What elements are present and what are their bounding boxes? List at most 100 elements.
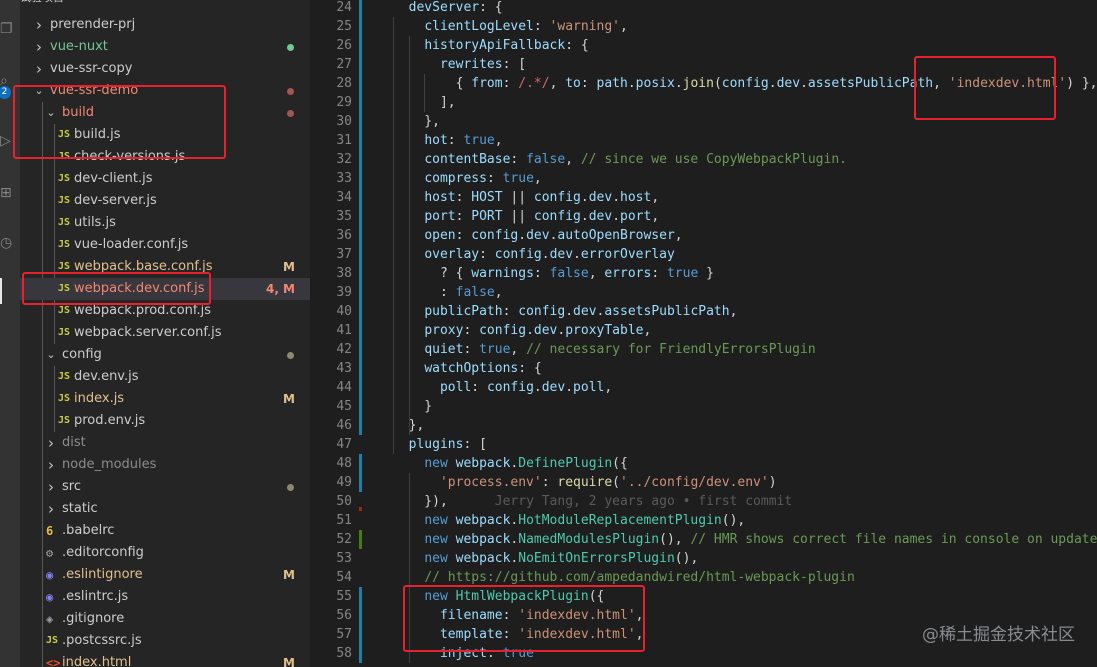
- file-item[interactable]: JS webpack.server.conf.js: [20, 322, 310, 344]
- code-line[interactable]: 53 new webpack.NoEmitOnErrorsPlugin(),: [310, 549, 1097, 568]
- code-token: new: [424, 513, 456, 528]
- code-editor[interactable]: 24 devServer: {25 clientLogLevel: 'warni…: [310, 0, 1097, 667]
- folder-item[interactable]: › node_modules: [20, 454, 310, 476]
- git-gutter-modified: [359, 644, 362, 663]
- code-line[interactable]: 49 'process.env': require('../config/dev…: [310, 473, 1097, 492]
- code-text: contentBase: false, // since we use Copy…: [393, 150, 847, 169]
- code-line[interactable]: 36 open: config.dev.autoOpenBrowser,: [310, 226, 1097, 245]
- file-item[interactable]: JS utils.js: [20, 212, 310, 234]
- code-line[interactable]: 34 host: HOST || config.dev.host,: [310, 188, 1097, 207]
- code-line[interactable]: 37 overlay: config.dev.errorOverlay: [310, 245, 1097, 264]
- file-item[interactable]: JS index.js M: [20, 388, 310, 410]
- file-item[interactable]: ◈ .gitignore: [20, 608, 310, 630]
- code-token: ,: [635, 627, 644, 642]
- code-line[interactable]: 48 new webpack.DefinePlugin({: [310, 454, 1097, 473]
- code-token: config: [471, 228, 519, 243]
- git-gutter-modified: [359, 150, 362, 169]
- code-line[interactable]: 52 new webpack.NamedModulesPlugin(), // …: [310, 530, 1097, 549]
- chevron-right-icon[interactable]: ›: [32, 14, 46, 36]
- code-token: ,: [494, 133, 503, 148]
- remote-icon[interactable]: ◷: [0, 232, 20, 254]
- code-line[interactable]: 28 { from: /.*/, to: path.posix.join(con…: [310, 74, 1097, 93]
- folder-item[interactable]: › src: [20, 476, 310, 498]
- code-token: : [: [502, 57, 527, 72]
- modified-dot: [287, 484, 294, 491]
- file-item[interactable]: ◉ .eslintignore M: [20, 564, 310, 586]
- code-line[interactable]: 33 compress: true,: [310, 169, 1097, 188]
- folder-item[interactable]: ⌄ config: [20, 344, 310, 366]
- code-line[interactable]: 30 },: [310, 112, 1097, 131]
- folder-item[interactable]: › static: [20, 498, 310, 520]
- folder-item[interactable]: ⌄ vue-ssr-demo: [20, 80, 310, 102]
- file-item[interactable]: JS .postcssrc.js: [20, 630, 310, 652]
- code-line[interactable]: 58 inject: true: [310, 644, 1097, 663]
- chevron-right-icon[interactable]: ›: [44, 476, 58, 498]
- code-line[interactable]: 41 proxy: config.dev.proxyTable,: [310, 321, 1097, 340]
- code-line[interactable]: 54 // https://github.com/ampedandwired/h…: [310, 568, 1097, 587]
- folder-item[interactable]: › vue-nuxt: [20, 36, 310, 58]
- file-item[interactable]: ⚙ .editorconfig: [20, 542, 310, 564]
- file-item[interactable]: JS vue-loader.conf.js: [20, 234, 310, 256]
- code-line[interactable]: 43 watchOptions: {: [310, 359, 1097, 378]
- file-item[interactable]: <> index.html M: [20, 652, 310, 667]
- explorer-section-title[interactable]: 试验项目: [20, 0, 310, 8]
- chevron-right-icon[interactable]: ›: [32, 36, 46, 58]
- code-line[interactable]: 42 quiet: true, // necessary for Friendl…: [310, 340, 1097, 359]
- run-debug-icon[interactable]: ▷: [0, 130, 20, 152]
- chevron-right-icon[interactable]: ›: [44, 454, 58, 476]
- code-line[interactable]: 29 ],: [310, 93, 1097, 112]
- chevron-right-icon[interactable]: ›: [32, 58, 46, 80]
- folder-item[interactable]: › dist: [20, 432, 310, 454]
- modified-dot: [287, 44, 294, 51]
- file-item[interactable]: JS webpack.base.conf.js M: [20, 256, 310, 278]
- chevron-down-icon[interactable]: ⌄: [44, 102, 58, 124]
- code-line[interactable]: 51 new webpack.HotModuleReplacementPlugi…: [310, 511, 1097, 530]
- code-token: dev: [541, 380, 566, 395]
- code-line[interactable]: 24 devServer: {: [310, 0, 1097, 17]
- file-item[interactable]: JS check-versions.js: [20, 146, 310, 168]
- code-line[interactable]: 26 historyApiFallback: {: [310, 36, 1097, 55]
- file-item[interactable]: JS build.js: [20, 124, 310, 146]
- code-line[interactable]: 27 rewrites: [: [310, 55, 1097, 74]
- code-line[interactable]: 31 hot: true,: [310, 131, 1097, 150]
- code-token: .: [518, 228, 527, 243]
- code-line[interactable]: 40 publicPath: config.dev.assetsPublicPa…: [310, 302, 1097, 321]
- code-line[interactable]: 55 new HtmlWebpackPlugin({: [310, 587, 1097, 606]
- git-gutter-modified: [359, 131, 362, 150]
- code-line[interactable]: 50 }), Jerry Tang, 2 years ago • first c…: [310, 492, 1097, 511]
- extensions-icon[interactable]: ⊞: [0, 182, 20, 204]
- code-line[interactable]: 44 poll: config.dev.poll,: [310, 378, 1097, 397]
- code-line[interactable]: 32 contentBase: false, // since we use C…: [310, 150, 1097, 169]
- code-line[interactable]: 25 clientLogLevel: 'warning',: [310, 17, 1097, 36]
- file-item[interactable]: JS dev-client.js: [20, 168, 310, 190]
- file-item[interactable]: JS webpack.prod.conf.js: [20, 300, 310, 322]
- chevron-down-icon[interactable]: ⌄: [32, 80, 46, 102]
- code-text: { from: /.*/, to: path.posix.join(config…: [393, 74, 1097, 93]
- code-token: :: [463, 342, 480, 357]
- code-line[interactable]: 45 }: [310, 397, 1097, 416]
- file-item[interactable]: 6 .babelrc: [20, 520, 310, 542]
- line-number: 36: [336, 228, 352, 243]
- file-item[interactable]: JS prod.env.js: [20, 410, 310, 432]
- code-line[interactable]: 35 port: PORT || config.dev.port,: [310, 207, 1097, 226]
- chevron-right-icon[interactable]: ›: [44, 498, 58, 520]
- code-token: :: [502, 608, 519, 623]
- folder-item[interactable]: › vue-ssr-copy: [20, 58, 310, 80]
- code-token: inject: [439, 646, 487, 661]
- explorer-icon[interactable]: ❐: [0, 18, 20, 40]
- code-line[interactable]: 39 : false,: [310, 283, 1097, 302]
- folder-item[interactable]: › prerender-prj: [20, 14, 310, 36]
- file-item[interactable]: JS dev-server.js: [20, 190, 310, 212]
- code-line[interactable]: 38 ? { warnings: false, errors: true }: [310, 264, 1097, 283]
- file-item[interactable]: JS webpack.dev.conf.js 4, M: [20, 278, 310, 300]
- file-item[interactable]: JS dev.env.js: [20, 366, 310, 388]
- chevron-right-icon[interactable]: ›: [44, 432, 58, 454]
- folder-item[interactable]: ⌄ build: [20, 102, 310, 124]
- chevron-down-icon[interactable]: ⌄: [44, 344, 58, 366]
- code-line[interactable]: 46 },: [310, 416, 1097, 435]
- file-item[interactable]: ◉ .eslintrc.js: [20, 586, 310, 608]
- code-line[interactable]: 47 plugins: [: [310, 435, 1097, 454]
